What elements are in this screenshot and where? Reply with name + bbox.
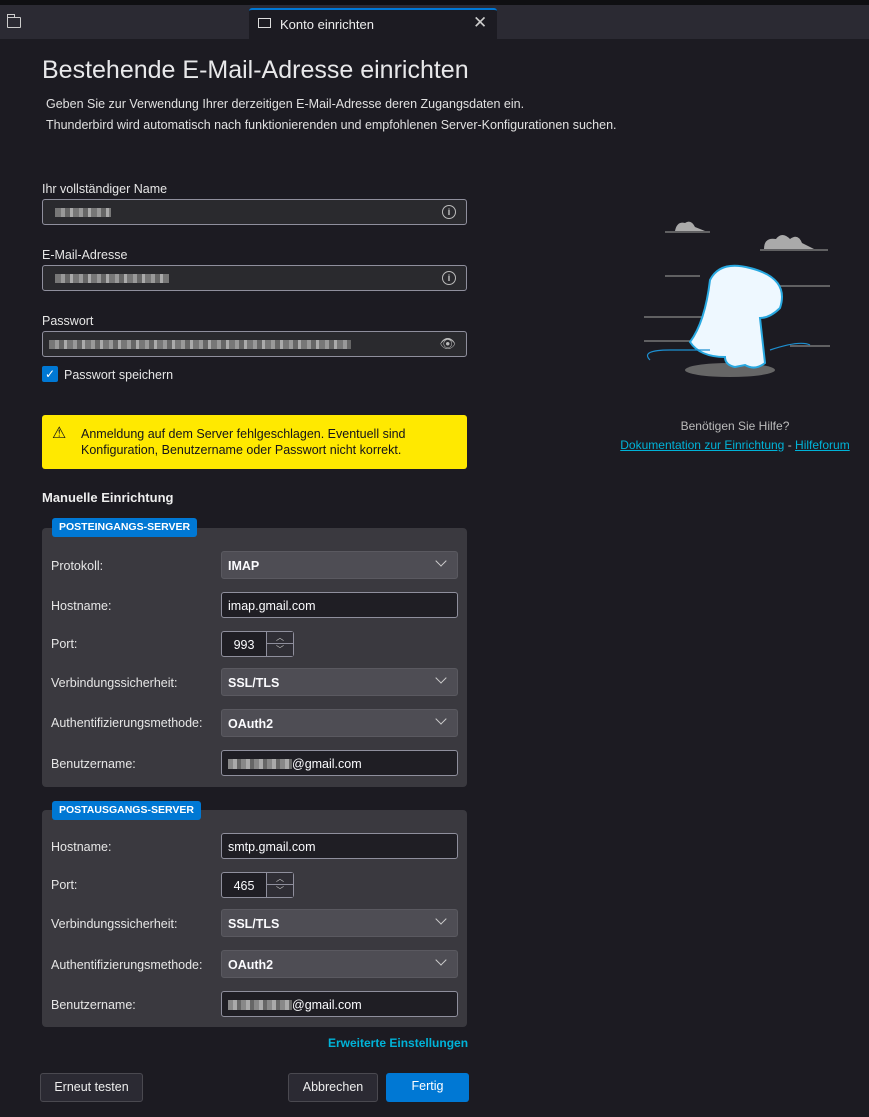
- advanced-settings-link[interactable]: Erweiterte Einstellungen: [328, 1036, 468, 1050]
- username-label: Benutzername:: [51, 998, 136, 1012]
- outgoing-server-badge: POSTAUSGANGS-SERVER: [52, 801, 201, 820]
- outgoing-security-select[interactable]: SSL/TLS: [221, 909, 458, 937]
- username-suffix: @gmail.com: [292, 757, 362, 771]
- save-password-label: Passwort speichern: [64, 368, 174, 382]
- manual-setup-heading: Manuelle Einrichtung: [42, 490, 174, 505]
- email-input[interactable]: i: [42, 265, 467, 291]
- help-question: Benötigen Sie Hilfe?: [680, 419, 790, 433]
- username-label: Benutzername:: [51, 757, 136, 771]
- warning-icon: ⚠: [52, 425, 67, 442]
- incoming-security-select[interactable]: SSL/TLS: [221, 668, 458, 696]
- username-suffix: @gmail.com: [292, 998, 362, 1012]
- select-value: SSL/TLS: [228, 917, 280, 931]
- tab-account-setup[interactable]: Konto einrichten ✕: [249, 8, 497, 39]
- mail-icon: [258, 18, 271, 28]
- email-label: E-Mail-Adresse: [42, 248, 128, 262]
- cancel-button[interactable]: Abbrechen: [288, 1073, 378, 1102]
- description-line-1: Geben Sie zur Verwendung Ihrer derzeitig…: [46, 97, 525, 111]
- help-illustration: [644, 221, 830, 377]
- incoming-protocol-select[interactable]: IMAP: [221, 551, 458, 579]
- decrement-icon[interactable]: ﹀: [266, 885, 293, 897]
- chevron-down-icon: [435, 672, 447, 684]
- retest-button[interactable]: Erneut testen: [40, 1073, 143, 1102]
- chevron-down-icon: [435, 713, 447, 725]
- protocol-label: Protokoll:: [51, 559, 104, 573]
- select-value: OAuth2: [228, 958, 274, 972]
- incoming-username-input[interactable]: @gmail.com: [221, 750, 458, 776]
- incoming-auth-select[interactable]: OAuth2: [221, 709, 458, 737]
- folder-icon[interactable]: [7, 14, 21, 28]
- help-forum-link[interactable]: Hilfeforum: [795, 438, 850, 452]
- hostname-label: Hostname:: [51, 840, 112, 854]
- password-label: Passwort: [42, 314, 94, 328]
- port-label: Port:: [51, 878, 78, 892]
- redacted-email: [55, 274, 169, 283]
- help-links: Dokumentation zur Einrichtung - Hilfefor…: [600, 438, 869, 452]
- redacted-username: [228, 759, 292, 769]
- auth-label: Authentifizierungsmethode:: [51, 958, 203, 972]
- outgoing-username-input[interactable]: @gmail.com: [221, 991, 458, 1017]
- outgoing-port-stepper[interactable]: 465 ︿ ﹀: [221, 872, 294, 898]
- incoming-server-badge: POSTEINGANGS-SERVER: [52, 518, 198, 537]
- increment-icon[interactable]: ︿: [266, 873, 293, 885]
- password-input[interactable]: 👁: [42, 331, 467, 357]
- name-input[interactable]: i: [42, 199, 467, 225]
- done-button[interactable]: Fertig: [386, 1073, 469, 1102]
- incoming-hostname-input[interactable]: imap.gmail.com: [221, 592, 458, 618]
- hostname-label: Hostname:: [51, 599, 112, 613]
- increment-icon[interactable]: ︿: [266, 632, 293, 644]
- outgoing-auth-select[interactable]: OAuth2: [221, 950, 458, 978]
- port-value: 465: [233, 879, 255, 893]
- incoming-port-stepper[interactable]: 993 ︿ ﹀: [221, 631, 294, 657]
- info-icon[interactable]: i: [442, 271, 456, 285]
- select-value: OAuth2: [228, 717, 274, 731]
- close-tab-icon[interactable]: ✕: [473, 13, 487, 33]
- warning-banner: ⚠ Anmeldung auf dem Server fehlgeschlage…: [42, 415, 467, 469]
- select-value: IMAP: [228, 559, 260, 573]
- setup-documentation-link[interactable]: Dokumentation zur Einrichtung: [620, 438, 784, 452]
- select-value: SSL/TLS: [228, 676, 280, 690]
- link-separator: -: [787, 438, 792, 452]
- info-icon[interactable]: i: [442, 205, 456, 219]
- tab-label: Konto einrichten: [280, 17, 374, 32]
- chevron-down-icon: [435, 555, 447, 567]
- redacted-name: [55, 208, 111, 217]
- chevron-down-icon: [435, 913, 447, 925]
- redacted-username: [228, 1000, 292, 1010]
- security-label: Verbindungssicherheit:: [51, 917, 178, 931]
- hide-password-icon[interactable]: 👁: [439, 336, 456, 352]
- save-password-checkbox[interactable]: ✓: [42, 366, 58, 382]
- port-label: Port:: [51, 637, 78, 651]
- decrement-icon[interactable]: ﹀: [266, 644, 293, 656]
- warning-text: Anmeldung auf dem Server fehlgeschlagen.…: [81, 427, 406, 457]
- port-value: 993: [233, 638, 255, 652]
- page-title: Bestehende E-Mail-Adresse einrichten: [42, 56, 469, 84]
- auth-label: Authentifizierungsmethode:: [51, 716, 203, 730]
- security-label: Verbindungssicherheit:: [51, 676, 178, 690]
- chevron-down-icon: [435, 954, 447, 966]
- description-line-2: Thunderbird wird automatisch nach funkti…: [46, 118, 617, 132]
- outgoing-hostname-input[interactable]: smtp.gmail.com: [221, 833, 458, 859]
- name-label: Ihr vollständiger Name: [42, 182, 168, 196]
- redacted-password: [49, 340, 351, 349]
